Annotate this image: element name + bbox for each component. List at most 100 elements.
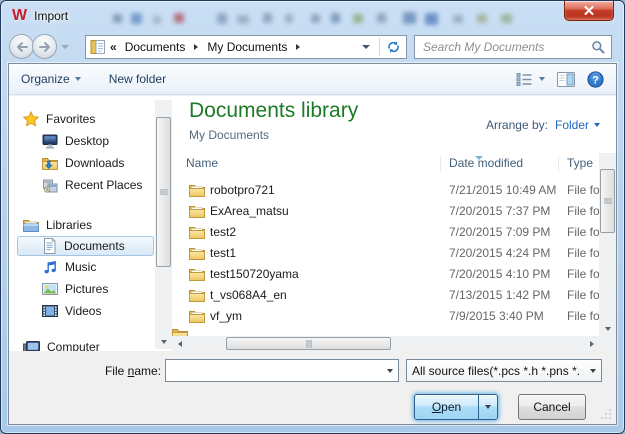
file-name: test2 (210, 225, 236, 239)
sidebar-scrollbar-thumb[interactable] (156, 117, 171, 267)
file-type: File fol (567, 225, 599, 239)
file-row[interactable]: robotpro721 7/21/2015 10:49 AM File fol (172, 180, 599, 201)
column-divider[interactable] (440, 156, 441, 172)
cancel-label: Cancel (533, 400, 570, 414)
horizontal-scrollbar-thumb[interactable] (226, 337, 391, 350)
refresh-icon (386, 40, 401, 54)
list-vertical-scrollbar[interactable] (599, 153, 616, 336)
breadcrumb-separator-icon[interactable] (296, 44, 300, 50)
sidebar-item-recent-places[interactable]: Recent Places (9, 174, 172, 196)
resize-grip-icon[interactable] (600, 408, 613, 421)
sidebar-group-favorites[interactable]: Favorites (9, 108, 172, 130)
column-header-date-modified[interactable]: Date modified (449, 156, 523, 170)
sidebar-scrollbar[interactable] (155, 100, 172, 349)
back-button[interactable] (9, 34, 34, 59)
close-icon (584, 6, 594, 15)
list-scrollbar-thumb[interactable] (600, 169, 615, 233)
search-box (414, 35, 612, 59)
open-split-button: Open (414, 394, 498, 420)
help-button[interactable]: ? (587, 71, 604, 88)
library-subtitle[interactable]: My Documents (189, 128, 269, 142)
sidebar-item-videos[interactable]: Videos (9, 300, 172, 322)
scroll-up-button[interactable] (599, 153, 616, 168)
sidebar-group-computer[interactable]: Computer (9, 336, 172, 351)
arrange-by-value[interactable]: Folder (555, 118, 589, 132)
toolbar-right-group: ? (516, 71, 604, 88)
breadcrumb-overflow-chevron[interactable]: « (110, 40, 117, 54)
new-folder-button[interactable]: New folder (109, 72, 166, 86)
arrange-by-control[interactable]: Arrange by: Folder (486, 118, 600, 132)
open-dropdown-button[interactable] (478, 395, 497, 419)
file-row[interactable]: t_vs068A4_en 7/13/2015 1:42 PM File fol (172, 285, 599, 306)
file-row-partial[interactable] (172, 327, 599, 336)
help-glyph: ? (592, 74, 599, 86)
file-type-dropdown-button[interactable] (584, 360, 601, 381)
file-name: t_vs068A4_en (210, 288, 287, 302)
breadcrumb-separator-icon[interactable] (194, 44, 198, 50)
sidebar-item-pictures[interactable]: Pictures (9, 278, 172, 300)
close-button[interactable] (564, 1, 614, 21)
sidebar-item-music[interactable]: Music (9, 256, 172, 278)
file-type-select[interactable]: All source files(*.pcs *.h *.pns *. (406, 359, 602, 382)
scroll-down-button[interactable] (599, 321, 616, 336)
list-horizontal-scrollbar[interactable] (172, 336, 599, 351)
file-date-modified: 7/20/2015 7:37 PM (449, 204, 550, 218)
scroll-right-button[interactable] (584, 336, 599, 351)
file-type: File fol (567, 204, 599, 218)
open-button[interactable]: Open (415, 395, 478, 419)
folder-icon (189, 204, 205, 218)
recent-pages-dropdown[interactable] (61, 45, 69, 49)
file-row[interactable]: vf_ym 7/9/2015 3:40 PM File fol (172, 306, 599, 327)
address-dropdown-icon[interactable] (362, 45, 370, 49)
file-name-label: File name: (99, 364, 161, 378)
breadcrumb-item-my-documents[interactable]: My Documents (204, 40, 290, 54)
scroll-up-button[interactable] (155, 100, 172, 115)
breadcrumb[interactable]: « Documents My Documents (85, 35, 407, 59)
content-area: Favorites Desktop (9, 96, 616, 351)
sidebar-item-label: Pictures (65, 282, 108, 296)
file-name: robotpro721 (210, 183, 275, 197)
file-date-modified: 7/20/2015 7:09 PM (449, 225, 550, 239)
file-row[interactable]: ExArea_matsu 7/20/2015 7:37 PM File fol (172, 201, 599, 222)
forward-button[interactable] (32, 34, 57, 59)
navigation-pane: Favorites Desktop (9, 96, 172, 351)
titlebar[interactable]: W Import (1, 1, 624, 33)
preview-pane-button[interactable] (557, 72, 575, 87)
sidebar-item-desktop[interactable]: Desktop (9, 130, 172, 152)
organize-button[interactable]: Organize (21, 72, 81, 86)
column-header-name[interactable]: Name (186, 156, 218, 170)
sidebar-group-label: Computer (47, 340, 100, 351)
breadcrumb-item-documents[interactable]: Documents (122, 40, 189, 54)
file-row[interactable]: test1 7/20/2015 4:24 PM File fol (172, 243, 599, 264)
file-name-dropdown-button[interactable] (381, 360, 398, 381)
sidebar-group-libraries[interactable]: Libraries (9, 214, 172, 236)
command-toolbar: Organize New folder (9, 64, 616, 95)
sidebar-item-downloads[interactable]: Downloads (9, 152, 172, 174)
column-divider[interactable] (558, 156, 559, 172)
cancel-button[interactable]: Cancel (518, 394, 586, 420)
refresh-button[interactable] (380, 36, 406, 58)
sidebar-group-label: Libraries (46, 218, 92, 232)
sidebar-item-label: Documents (64, 239, 125, 253)
column-headers: Name Date modified Type (172, 153, 599, 173)
search-icon[interactable] (591, 40, 605, 54)
sidebar-item-documents[interactable]: Documents (17, 236, 154, 256)
change-view-button[interactable] (516, 72, 545, 87)
search-input[interactable] (415, 40, 591, 54)
recent-places-icon (42, 178, 58, 193)
column-header-type[interactable]: Type (567, 156, 593, 170)
file-row[interactable]: test2 7/20/2015 7:09 PM File fol (172, 222, 599, 243)
folder-icon (189, 288, 205, 302)
file-date-modified: 7/20/2015 4:10 PM (449, 267, 550, 281)
file-date-modified: 7/21/2015 10:49 AM (449, 183, 556, 197)
file-date-modified: 7/9/2015 3:40 PM (449, 309, 544, 323)
dialog-footer: File name: All source files(*.pcs *.h *.… (9, 351, 616, 424)
document-icon (42, 238, 57, 254)
file-name-input[interactable] (166, 364, 381, 378)
scroll-down-button[interactable] (155, 334, 172, 349)
folder-icon (189, 225, 205, 239)
scroll-left-button[interactable] (172, 336, 187, 351)
file-list-pane: Documents library My Documents Arrange b… (172, 96, 616, 351)
file-row[interactable]: test150720yama 7/20/2015 4:10 PM File fo… (172, 264, 599, 285)
chevron-down-icon (590, 369, 596, 373)
